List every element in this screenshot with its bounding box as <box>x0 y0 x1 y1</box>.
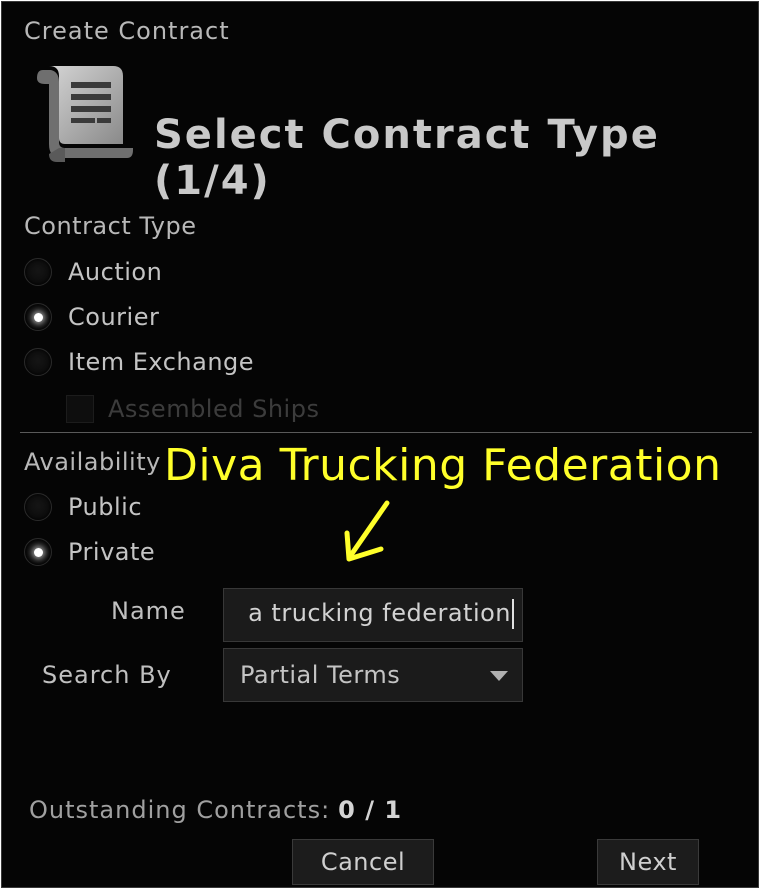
radio-item-exchange[interactable]: Item Exchange <box>24 345 254 379</box>
radio-label-item-exchange: Item Exchange <box>68 348 255 376</box>
create-contract-window: Create Contract Select Contract Type (1/… <box>1 1 759 888</box>
assembled-ships-checkbox-row: Assembled Ships <box>66 392 319 426</box>
radio-label-private: Private <box>68 538 156 566</box>
radio-private[interactable]: Private <box>24 535 155 569</box>
outstanding-count: 0 / 1 <box>338 796 403 824</box>
radio-button[interactable] <box>24 258 52 286</box>
radio-button[interactable] <box>24 303 52 331</box>
window-title: Create Contract <box>24 17 230 45</box>
radio-courier[interactable]: Courier <box>24 300 159 334</box>
annotation-text: Diva Trucking Federation <box>164 440 722 491</box>
search-by-selected: Partial Terms <box>240 661 401 689</box>
next-button[interactable]: Next <box>597 839 699 885</box>
outstanding-label: Outstanding Contracts: <box>29 796 331 824</box>
radio-button[interactable] <box>24 538 52 566</box>
step-title: Select Contract Type (1/4) <box>154 112 660 204</box>
assembled-ships-checkbox <box>66 395 94 423</box>
name-input-value: a trucking federation <box>248 599 511 627</box>
radio-auction[interactable]: Auction <box>24 255 162 289</box>
radio-button[interactable] <box>24 493 52 521</box>
search-by-label: Search By <box>42 661 172 689</box>
annotation-arrow-icon <box>337 497 397 567</box>
text-caret <box>512 599 514 629</box>
availability-label: Availability <box>24 448 161 476</box>
contract-scroll-icon <box>35 62 135 166</box>
radio-label-courier: Courier <box>68 303 160 331</box>
name-input[interactable]: a trucking federation <box>223 588 523 642</box>
name-field-label: Name <box>111 597 186 625</box>
assembled-ships-label: Assembled Ships <box>108 395 320 423</box>
cancel-button[interactable]: Cancel <box>292 839 434 885</box>
chevron-down-icon <box>490 671 508 681</box>
section-divider <box>20 432 752 433</box>
radio-label-public: Public <box>68 493 143 521</box>
outstanding-contracts: Outstanding Contracts: 0 / 1 <box>29 796 402 824</box>
radio-public[interactable]: Public <box>24 490 142 524</box>
search-by-dropdown[interactable]: Partial Terms <box>223 648 523 702</box>
radio-button[interactable] <box>24 348 52 376</box>
radio-label-auction: Auction <box>68 258 163 286</box>
contract-type-label: Contract Type <box>24 212 197 240</box>
